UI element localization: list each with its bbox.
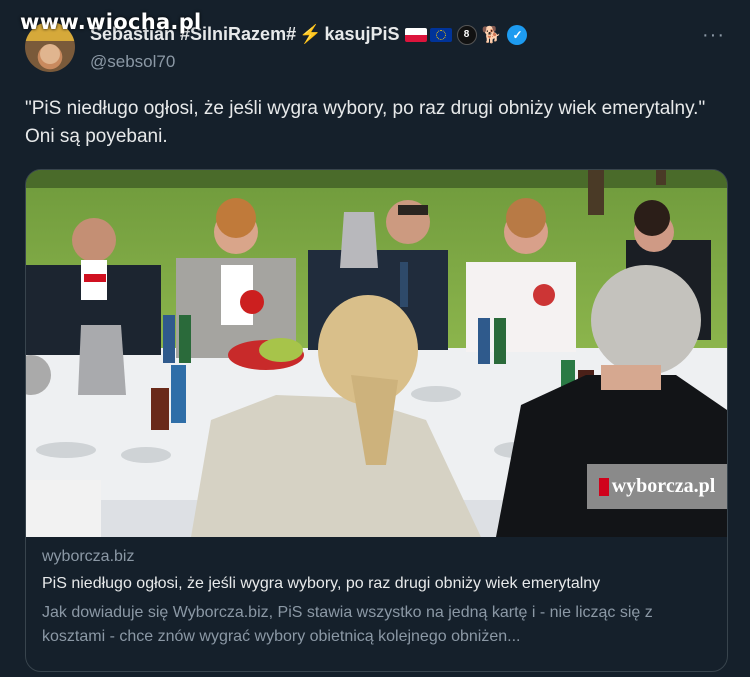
card-title[interactable]: PiS niedługo ogłosi, że jeśli wygra wybo…: [42, 575, 717, 599]
poland-flag-icon: [404, 27, 427, 42]
link-card[interactable]: wyborcza.pl wyborcza.biz PiS niedługo og…: [25, 169, 728, 672]
tweet-text: "PiS niedługo ogłosi, że jeśli wygra wyb…: [25, 98, 706, 147]
more-options-icon[interactable]: ···: [702, 24, 725, 47]
dog-icon: 🐕: [481, 26, 502, 44]
eu-flag-icon: [429, 27, 452, 42]
author-name-suffix[interactable]: kasujPiS: [325, 24, 400, 45]
wyborcza-logo-mark-icon: [598, 477, 609, 496]
watermark: www.wiocha.pl: [20, 10, 202, 34]
author-handle[interactable]: @sebsol70: [90, 52, 175, 72]
verified-badge-icon[interactable]: ✓: [507, 24, 528, 45]
card-info[interactable]: wyborcza.biz PiS niedługo ogłosi, że jeś…: [42, 548, 717, 649]
wyborcza-logo-text: wyborcza.pl: [611, 475, 716, 497]
eight-ball-icon: 8: [456, 24, 477, 45]
wyborcza-logo-badge: wyborcza.pl: [587, 464, 727, 509]
card-domain[interactable]: wyborcza.biz: [42, 548, 717, 572]
bolt-icon: ⚡: [299, 24, 322, 44]
card-description[interactable]: Jak dowiaduje się Wyborcza.biz, PiS staw…: [42, 601, 717, 649]
